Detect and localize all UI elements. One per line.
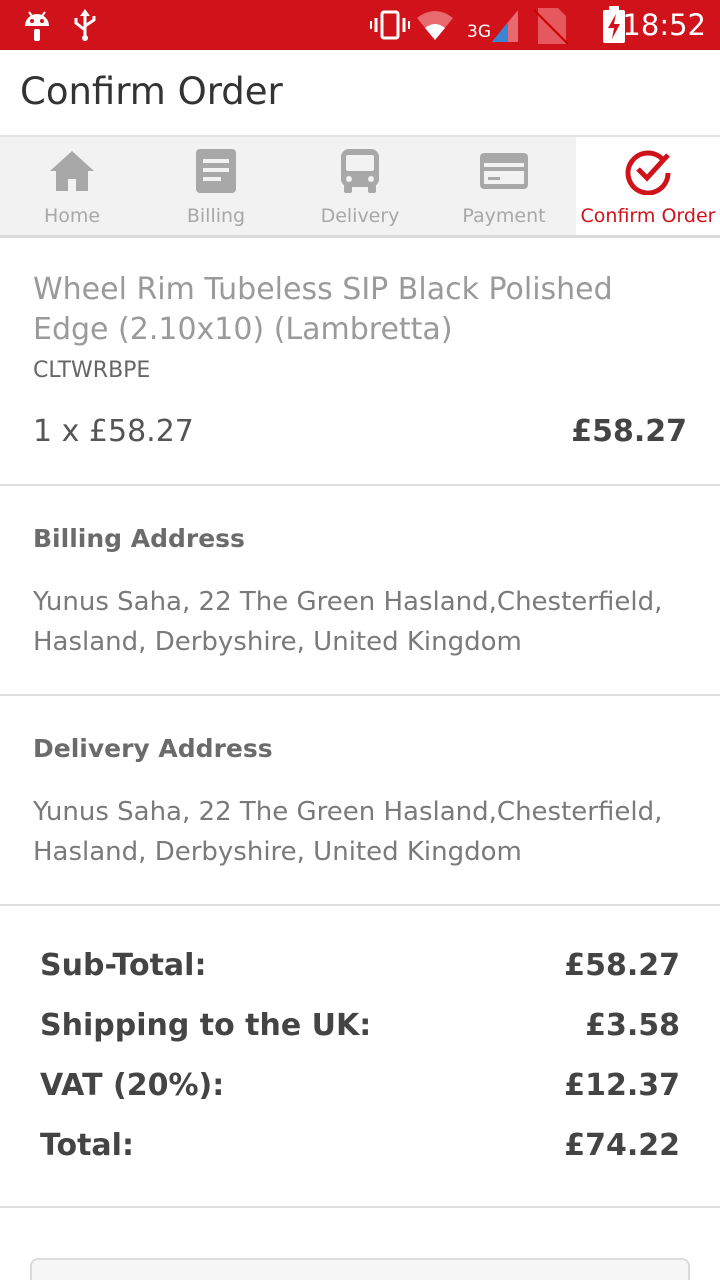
shipping-value: £3.58 bbox=[585, 1008, 680, 1043]
delivery-address-section: Delivery Address Yunus Saha, 22 The Gree… bbox=[0, 696, 720, 906]
step-home[interactable]: Home bbox=[0, 137, 144, 235]
vat-value: £12.37 bbox=[564, 1068, 680, 1103]
no-sim-icon bbox=[533, 8, 569, 45]
step-payment[interactable]: Payment bbox=[432, 137, 576, 235]
usb-icon bbox=[74, 9, 96, 41]
app-bar: Confirm Order bbox=[0, 50, 720, 137]
android-icon bbox=[25, 11, 49, 41]
page-title: Confirm Order bbox=[20, 70, 283, 113]
document-icon bbox=[196, 149, 236, 193]
product-sku: CLTWRBPE bbox=[33, 358, 151, 383]
step-delivery[interactable]: Delivery bbox=[288, 137, 432, 235]
billing-address-section: Billing Address Yunus Saha, 22 The Green… bbox=[0, 486, 720, 696]
step-label: Home bbox=[43, 205, 101, 227]
subtotal-value: £58.27 bbox=[564, 948, 680, 983]
order-totals: Sub-Total: £58.27 Shipping to the UK: £3… bbox=[0, 906, 720, 1208]
total-value: £74.22 bbox=[564, 1128, 680, 1163]
vat-label: VAT (20%): bbox=[40, 1068, 225, 1103]
vibrate-icon bbox=[370, 10, 410, 40]
billing-address-text: Yunus Saha, 22 The Green Hasland,Chester… bbox=[33, 587, 663, 657]
step-confirm-order[interactable]: Confirm Order bbox=[576, 137, 720, 235]
bus-icon bbox=[341, 149, 379, 193]
total-label: Total: bbox=[40, 1128, 134, 1163]
billing-address-title: Billing Address bbox=[33, 524, 245, 553]
step-label: Billing bbox=[186, 205, 246, 227]
step-label: Confirm Order bbox=[580, 205, 716, 227]
delivery-address-title: Delivery Address bbox=[33, 734, 273, 763]
status-bar: 3G 18:52 bbox=[0, 0, 720, 50]
delivery-address-text: Yunus Saha, 22 The Green Hasland,Chester… bbox=[33, 797, 663, 867]
order-item: Wheel Rim Tubeless SIP Black Polished Ed… bbox=[0, 238, 720, 486]
subtotal-row: Sub-Total: £58.27 bbox=[40, 948, 680, 988]
total-row: Total: £74.22 bbox=[40, 1128, 680, 1168]
confirm-order-button[interactable] bbox=[30, 1258, 690, 1280]
credit-card-icon bbox=[480, 153, 528, 189]
home-icon bbox=[50, 151, 94, 191]
checkout-steps: Home Billing Delivery Payment Confirm Or… bbox=[0, 137, 720, 238]
product-line-total: £58.27 bbox=[571, 414, 687, 449]
clock: 18:52 bbox=[622, 8, 706, 42]
shipping-row: Shipping to the UK: £3.58 bbox=[40, 1008, 680, 1048]
step-label: Payment bbox=[462, 205, 546, 227]
network-type-label: 3G bbox=[467, 22, 491, 42]
step-billing[interactable]: Billing bbox=[144, 137, 288, 235]
step-label: Delivery bbox=[320, 205, 400, 227]
subtotal-label: Sub-Total: bbox=[40, 948, 207, 983]
product-name[interactable]: Wheel Rim Tubeless SIP Black Polished Ed… bbox=[33, 270, 693, 350]
wifi-icon bbox=[417, 11, 453, 40]
signal-icon bbox=[492, 10, 518, 42]
check-circle-icon bbox=[625, 150, 671, 195]
product-quantity-price: 1 x £58.27 bbox=[33, 414, 194, 449]
vat-row: VAT (20%): £12.37 bbox=[40, 1068, 680, 1108]
shipping-label: Shipping to the UK: bbox=[40, 1008, 372, 1043]
